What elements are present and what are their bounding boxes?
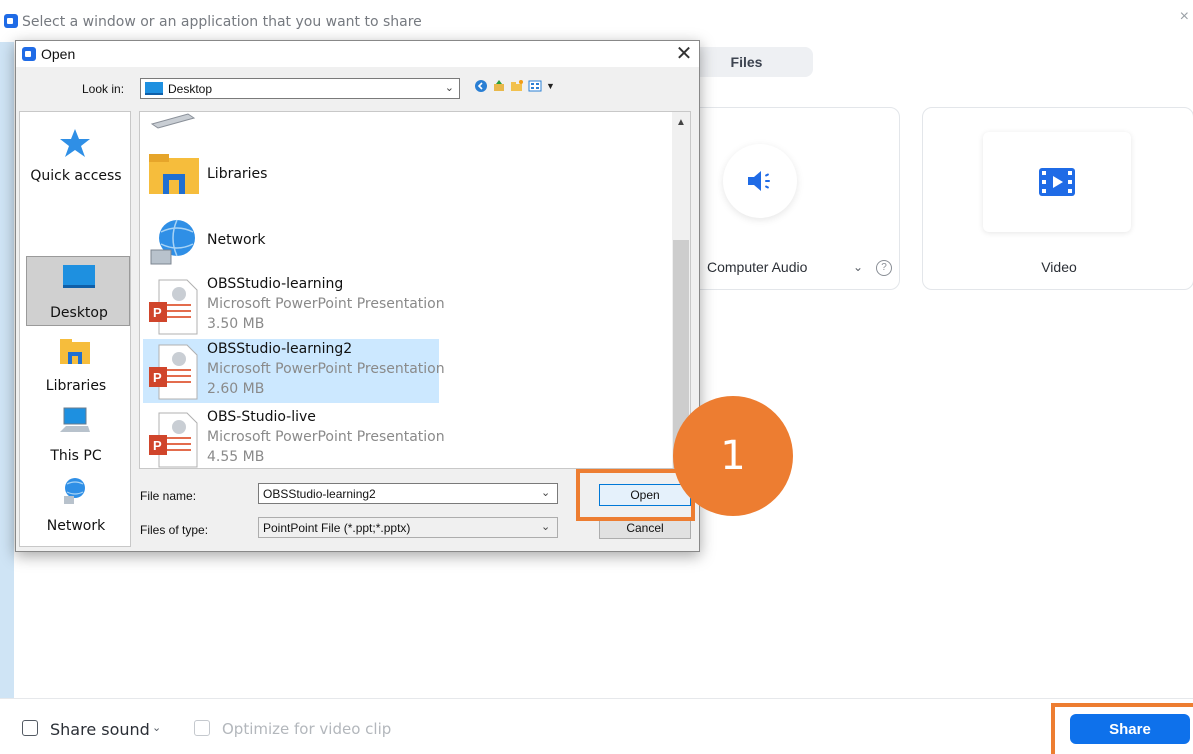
- share-button-highlight: [1051, 703, 1193, 754]
- look-in-value: Desktop: [168, 82, 213, 96]
- star-icon: [60, 129, 90, 157]
- help-icon[interactable]: ?: [876, 260, 892, 276]
- keyboard-icon: [150, 113, 196, 129]
- place-libraries[interactable]: Libraries: [24, 332, 128, 398]
- place-label: Network: [46, 518, 106, 534]
- optimize-video-checkbox: [194, 720, 210, 736]
- list-item-file[interactable]: P OBSStudio-learning Microsoft PowerPoin…: [143, 274, 445, 336]
- file-list-scrollbar[interactable]: ▲: [672, 112, 690, 468]
- dialog-titlebar: Open ✕: [16, 41, 699, 67]
- caret-down-icon[interactable]: ▼: [546, 81, 555, 91]
- item-name: OBS-Studio-live: [207, 409, 316, 425]
- audio-icon-circle: [723, 144, 797, 218]
- item-type: Microsoft PowerPoint Presentation: [207, 296, 445, 312]
- dialog-close-button[interactable]: ✕: [670, 41, 698, 67]
- desktop-icon: [63, 265, 95, 288]
- computer-audio-label: Computer Audio: [707, 259, 808, 275]
- item-name: OBSStudio-learning2: [207, 341, 353, 357]
- list-item-file[interactable]: P OBS-Studio-live Microsoft PowerPoint P…: [143, 407, 445, 468]
- libraries-folder-icon: [149, 154, 199, 194]
- chevron-down-icon[interactable]: ⌄: [541, 486, 550, 499]
- zoom-app-icon: [4, 14, 18, 28]
- desktop-icon: [145, 82, 163, 95]
- files-of-type-label: Files of type:: [140, 523, 209, 537]
- place-label: Desktop: [50, 305, 108, 321]
- libraries-icon: [60, 339, 90, 364]
- svg-text:P: P: [153, 438, 162, 453]
- place-this-pc[interactable]: This PC: [24, 402, 128, 468]
- back-icon[interactable]: [474, 79, 488, 93]
- chevron-down-icon[interactable]: ⌄: [853, 260, 863, 274]
- share-left-edge: [0, 42, 14, 754]
- powerpoint-file-icon: P: [149, 344, 198, 400]
- step-number-badge: 1: [673, 396, 793, 516]
- item-size: 3.50 MB: [207, 316, 265, 332]
- place-label: This PC: [50, 448, 102, 464]
- list-item-network[interactable]: Network: [143, 212, 393, 274]
- network-globe-icon: [150, 219, 195, 265]
- video-icon-box: [983, 132, 1131, 232]
- up-folder-icon[interactable]: [492, 79, 506, 93]
- file-list[interactable]: Libraries Network P OBSStudio-learning M…: [139, 111, 691, 469]
- new-folder-icon[interactable]: [510, 79, 524, 93]
- computer-icon: [60, 407, 90, 432]
- item-name: Network: [207, 232, 266, 248]
- look-in-label: Look in:: [82, 82, 125, 96]
- places-bar: Quick access Desktop Libraries This PC N…: [19, 111, 131, 547]
- speaker-icon: [748, 171, 770, 191]
- item-name: Libraries: [207, 166, 268, 182]
- share-titlebar: Select a window or an application that y…: [0, 0, 1193, 42]
- dialog-title: Open: [41, 46, 76, 62]
- video-card[interactable]: Video: [922, 107, 1193, 290]
- view-menu-icon[interactable]: [528, 79, 542, 93]
- svg-text:P: P: [153, 370, 162, 385]
- optimize-video-label: Optimize for video clip: [222, 720, 392, 738]
- share-sound-checkbox[interactable]: [22, 720, 38, 736]
- share-sound-label[interactable]: Share sound: [50, 720, 150, 739]
- zoom-app-icon: [22, 47, 36, 61]
- place-label: Libraries: [45, 378, 107, 394]
- video-label: Video: [1041, 259, 1077, 275]
- place-network[interactable]: Network: [24, 472, 128, 538]
- powerpoint-file-icon: P: [149, 412, 198, 468]
- dialog-toolbar: ▼: [474, 79, 555, 93]
- place-quick-access[interactable]: Quick access: [24, 122, 128, 188]
- files-of-type-select[interactable]: PointPoint File (*.ppt;*.pptx): [258, 517, 558, 538]
- list-item-libraries[interactable]: Libraries: [143, 146, 393, 208]
- item-size: 2.60 MB: [207, 381, 265, 397]
- item-type: Microsoft PowerPoint Presentation: [207, 429, 445, 445]
- file-name-label: File name:: [140, 489, 197, 503]
- look-in-select[interactable]: Desktop ⌄: [140, 78, 460, 99]
- place-desktop[interactable]: Desktop: [26, 256, 130, 326]
- scroll-up-icon[interactable]: ▲: [676, 117, 686, 128]
- item-size: 4.55 MB: [207, 449, 265, 465]
- film-icon: [1039, 168, 1075, 196]
- list-item-file-selected[interactable]: P OBSStudio-learning2 Microsoft PowerPoi…: [143, 339, 445, 403]
- file-name-input[interactable]: [258, 483, 558, 504]
- share-close-button[interactable]: ×: [1180, 8, 1189, 26]
- share-window-title: Select a window or an application that y…: [22, 14, 422, 30]
- chevron-down-icon[interactable]: ⌄: [152, 721, 161, 734]
- place-label: Quick access: [30, 168, 122, 184]
- network-icon: [64, 478, 85, 504]
- svg-text:P: P: [153, 305, 162, 320]
- powerpoint-file-icon: P: [149, 279, 198, 335]
- chevron-down-icon[interactable]: ⌄: [541, 520, 550, 533]
- share-footer: Share sound ⌄ Optimize for video clip Sh…: [0, 698, 1193, 754]
- item-name: OBSStudio-learning: [207, 276, 344, 292]
- item-type: Microsoft PowerPoint Presentation: [207, 361, 445, 377]
- chevron-down-icon: ⌄: [444, 82, 454, 94]
